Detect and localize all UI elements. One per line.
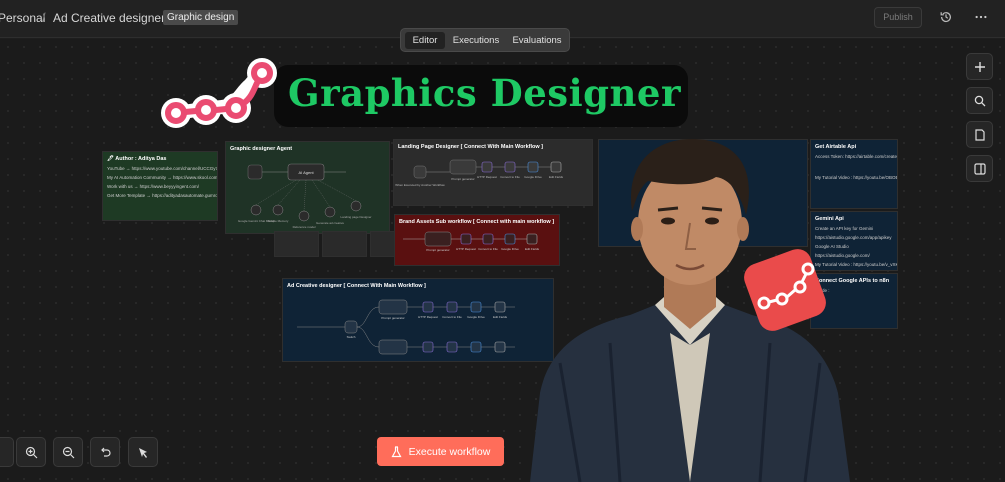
brand-node-label: Convert to File	[478, 247, 498, 251]
plus-icon	[974, 61, 985, 72]
breadcrumb-workspace[interactable]: Personal	[0, 11, 45, 25]
author-note-line: My AI Automation Community → https://www…	[107, 175, 218, 180]
sticky-note-small[interactable]	[274, 231, 319, 257]
note-icon	[974, 128, 985, 141]
ad-router-label: Switch	[347, 335, 356, 339]
publish-button[interactable]: Publish	[874, 7, 922, 28]
zoom-out-button[interactable]	[53, 437, 83, 467]
author-note-line: Work with us → https://www.beyyyingent.c…	[107, 184, 199, 189]
tab-editor[interactable]: Editor	[405, 32, 445, 49]
ad-node-label: Edit Fields	[493, 315, 508, 319]
workflow-tag[interactable]: Graphic design	[163, 10, 239, 25]
magic-wand-icon	[138, 447, 147, 458]
more-options-icon[interactable]	[974, 10, 988, 24]
agent-subnode-label: Landing page Designer	[340, 215, 371, 219]
undo-button[interactable]	[90, 437, 120, 467]
landing-node-label: Prompt generator	[451, 177, 474, 181]
tab-evaluations[interactable]: Evaluations	[507, 32, 567, 49]
tab-executions[interactable]: Executions	[449, 32, 503, 49]
workflow-name[interactable]: Ad Creative designer	[53, 11, 165, 25]
undo-icon	[100, 447, 111, 457]
ad-node-label: Google Drive	[467, 315, 485, 319]
sticky-note-small[interactable]	[322, 231, 367, 257]
author-note-line: Get More Template → https://adityadasaut…	[107, 193, 218, 198]
panel-icon	[973, 162, 986, 175]
flask-icon	[391, 445, 402, 457]
ad-node-label: Convert to File	[442, 315, 462, 319]
landing-trigger-label: When Executed by Another Workflow	[395, 183, 445, 187]
landing-node-label: Convert to File	[500, 175, 520, 179]
author-note-title: 🖊 Author : Aditya Das	[107, 156, 167, 162]
search-nodes-button[interactable]	[966, 87, 993, 114]
ad-group-nodes: Switch Prompt generator HTTP Request Con…	[297, 299, 515, 355]
breadcrumb-separator: /	[42, 10, 46, 25]
fit-view-button[interactable]	[0, 437, 14, 467]
n8n-workflow-logo-icon	[161, 58, 277, 128]
agent-group-nodes: AI Agent Google Gemini Chat Model Simple…	[238, 163, 372, 229]
add-node-button[interactable]	[966, 53, 993, 80]
sticky-note-ad-group[interactable]: Ad Creative designer [ Connect With Main…	[282, 278, 554, 362]
agent-subnode-label: Simple Memory	[268, 219, 289, 223]
tidy-up-button[interactable]	[128, 437, 158, 467]
agent-subnode-label: Generate ad creative	[316, 221, 344, 225]
brand-node-label: Prompt generator	[426, 248, 449, 252]
brand-node-label: Google Drive	[501, 247, 519, 251]
sticky-note-button[interactable]	[966, 121, 993, 148]
workflow-canvas[interactable]: 🖊 Author : Aditya Das YouTube → https://…	[0, 39, 1005, 482]
toggle-panel-button[interactable]	[966, 155, 993, 182]
zoom-in-button[interactable]	[16, 437, 46, 467]
n8n-logo-icon	[744, 249, 826, 331]
author-note-line: YouTube → https://www.youtube.com/channe…	[107, 166, 218, 171]
zoom-out-icon	[62, 446, 74, 458]
overlay-title: Graphics Designer	[288, 71, 681, 115]
search-icon	[974, 95, 985, 106]
landing-node-label: HTTP Request	[477, 175, 497, 179]
zoom-in-icon	[25, 446, 37, 458]
execute-workflow-button[interactable]: Execute workflow	[377, 437, 504, 466]
ad-node-label: Prompt generator	[381, 316, 404, 320]
execute-workflow-label: Execute workflow	[408, 445, 491, 458]
history-icon[interactable]	[939, 10, 953, 24]
view-tabs: Editor Executions Evaluations	[400, 28, 570, 52]
sticky-note-agent-group[interactable]: Graphic designer Agent AI Agent Google G…	[225, 141, 390, 234]
brand-node-label: HTTP Request	[456, 247, 476, 251]
sticky-note-author[interactable]: 🖊 Author : Aditya Das YouTube → https://…	[102, 151, 218, 221]
ad-node-label: HTTP Request	[418, 315, 438, 319]
agent-subnode-label: Reference model	[293, 225, 316, 229]
agent-node-label: AI Agent	[298, 170, 314, 175]
